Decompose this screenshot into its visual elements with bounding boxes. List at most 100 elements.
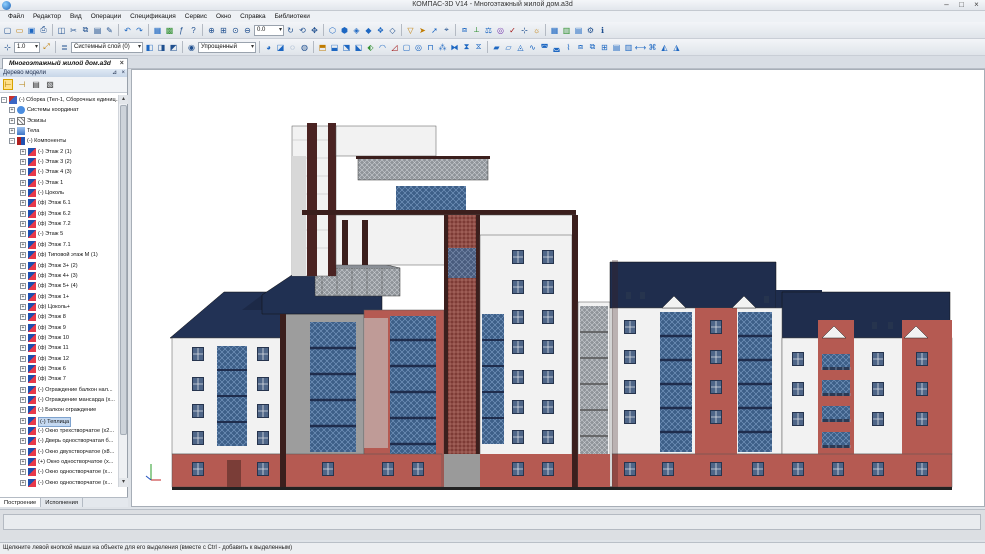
section-icon[interactable]: ⧈ [459,24,470,36]
close-panel-icon[interactable]: × [121,69,125,77]
face-color-icon[interactable]: ◪ [275,41,286,53]
close-tab-icon[interactable]: × [120,59,124,69]
table-icon[interactable]: ▥ [561,24,572,36]
expand-icon[interactable]: + [20,252,26,259]
expand-icon[interactable]: + [20,376,26,383]
paste-icon[interactable]: ▤ [92,24,103,36]
tree-item[interactable]: + (ф) Этаж 9 [0,323,118,333]
expand-icon[interactable]: + [20,459,26,466]
expand-icon[interactable]: + [20,210,26,217]
render-icon[interactable]: ◭ [659,41,670,53]
rib-icon[interactable]: ⊓ [425,41,436,53]
loft-icon[interactable]: ⬕ [353,41,364,53]
tree-filter-icon[interactable]: ▧ [45,79,55,90]
sweep-icon[interactable]: ⬔ [341,41,352,53]
expand-icon[interactable]: + [20,334,26,341]
expand-icon[interactable]: + [20,190,26,197]
assembly-icon[interactable]: ⧈ [575,41,586,53]
expand-icon[interactable]: + [9,128,15,135]
check-icon[interactable]: ✓ [507,24,518,36]
refresh-icon[interactable]: ↻ [285,24,296,36]
perspective-icon[interactable]: ◇ [387,24,398,36]
filter-icon[interactable]: ▽ [405,24,416,36]
zoom-in-icon[interactable]: ⊙ [230,24,241,36]
copy-icon[interactable]: ⧉ [80,24,91,36]
menu-item-8[interactable]: Библиотеки [275,13,310,20]
tree-item[interactable]: + (-) Этаж 5 [0,229,118,239]
render-mode-combo[interactable]: Упрощенный [198,41,256,53]
tab-build[interactable]: Построение [0,498,42,507]
mate-icon[interactable]: ⧉ [587,41,598,53]
tree-item[interactable]: + (-) Этаж 4 (3) [0,167,118,177]
preview-icon[interactable]: ◫ [56,24,67,36]
fillet-icon[interactable]: ◠ [377,41,388,53]
undo-icon[interactable]: ↶ [122,24,133,36]
expand-icon[interactable]: + [20,169,26,176]
tree-item[interactable]: + (-) Этаж 2 (1) [0,147,118,157]
tree-item[interactable]: + (ф) Этаж 6 [0,364,118,374]
tree-item[interactable]: + (ф) Типовой этаж М (1) [0,250,118,260]
mirror-icon[interactable]: ⧓ [449,41,460,53]
tree-item[interactable]: + (-) Этаж 1 [0,178,118,188]
expand-icon[interactable]: + [20,438,26,445]
expand-icon[interactable]: + [20,283,26,290]
library-icon[interactable]: ▩ [164,24,175,36]
shaded-icon[interactable]: ◆ [363,24,374,36]
tree-root[interactable]: − (-) Сборка (Тел-1, Сборочных единиц... [0,95,118,105]
maximize-button[interactable]: □ [957,0,966,10]
tree-mode-icon[interactable]: ⊢ [3,79,13,90]
open-folder-icon[interactable]: ▭ [14,24,25,36]
show-icon[interactable]: ◍ [299,41,310,53]
menu-item-7[interactable]: Справка [240,13,266,20]
expand-icon[interactable]: + [20,365,26,372]
expand-icon[interactable]: + [20,221,26,228]
tree-item[interactable]: + (ф) Этаж 8 [0,312,118,322]
expand-icon[interactable]: + [20,355,26,362]
tree-item[interactable]: + (ф) Этаж 7.2 [0,219,118,229]
tree-item[interactable]: + (-) Теплица [0,416,118,427]
tree-item[interactable]: + (ф) Этаж 6.2 [0,209,118,219]
tree-item[interactable]: + Тела [0,126,118,136]
collapse-icon[interactable]: − [1,97,7,103]
variables-icon[interactable]: ƒ [176,24,187,36]
extrude-icon[interactable]: ⬒ [317,41,328,53]
redo-icon[interactable]: ↷ [134,24,145,36]
settings-icon[interactable]: ⚙ [585,24,596,36]
save-icon[interactable]: ▣ [26,24,37,36]
manager-icon[interactable]: ▦ [152,24,163,36]
minimize-button[interactable]: – [942,0,951,10]
hidden-lines-icon[interactable]: ◈ [351,24,362,36]
axis-icon[interactable]: ▱ [503,41,514,53]
tree-item[interactable]: + (ф) Этаж 7 [0,374,118,384]
pattern-icon[interactable]: ⁂ [437,41,448,53]
menu-item-6[interactable]: Окно [216,13,231,20]
tree-item[interactable]: + (-) Окно трехстворчатое (x2... [0,426,118,436]
plane-icon[interactable]: ▰ [491,41,502,53]
expand-icon[interactable]: + [9,107,15,114]
bom-icon[interactable]: ▥ [623,41,634,53]
expand-icon[interactable]: + [20,469,26,476]
new-document-icon[interactable]: ▢ [2,24,13,36]
report-icon[interactable]: ▤ [573,24,584,36]
zoom-window-icon[interactable]: ⊕ [206,24,217,36]
spec-icon[interactable]: ▤ [611,41,622,53]
pan-icon[interactable]: ✥ [309,24,320,36]
tab-variants[interactable]: Исполнения [41,498,83,507]
tree-structure-icon[interactable]: ⊣ [17,79,27,90]
expand-icon[interactable]: + [20,293,26,300]
chamfer-icon[interactable]: ◿ [389,41,400,53]
tree-item[interactable]: + (ф) Цоколь+ [0,302,118,312]
tree-item[interactable]: + (-) Дверь одностворчатая б... [0,436,118,446]
tree-item[interactable]: + (-) Окно одностворчатое (x... [0,478,118,487]
scale-combo[interactable]: 0.0 [254,24,284,36]
tree-item[interactable]: + (ф) Этаж 12 [0,354,118,364]
select-icon[interactable]: ➤ [417,24,428,36]
scroll-thumb[interactable] [120,105,127,435]
expand-icon[interactable]: + [20,241,26,248]
expand-icon[interactable]: + [20,396,26,403]
deselect-icon[interactable]: ➚ [429,24,440,36]
expand-icon[interactable]: + [20,200,26,207]
weld-icon[interactable]: ⌇ [563,41,574,53]
diagnostics-icon[interactable]: ◎ [495,24,506,36]
expand-icon[interactable]: + [20,179,26,186]
